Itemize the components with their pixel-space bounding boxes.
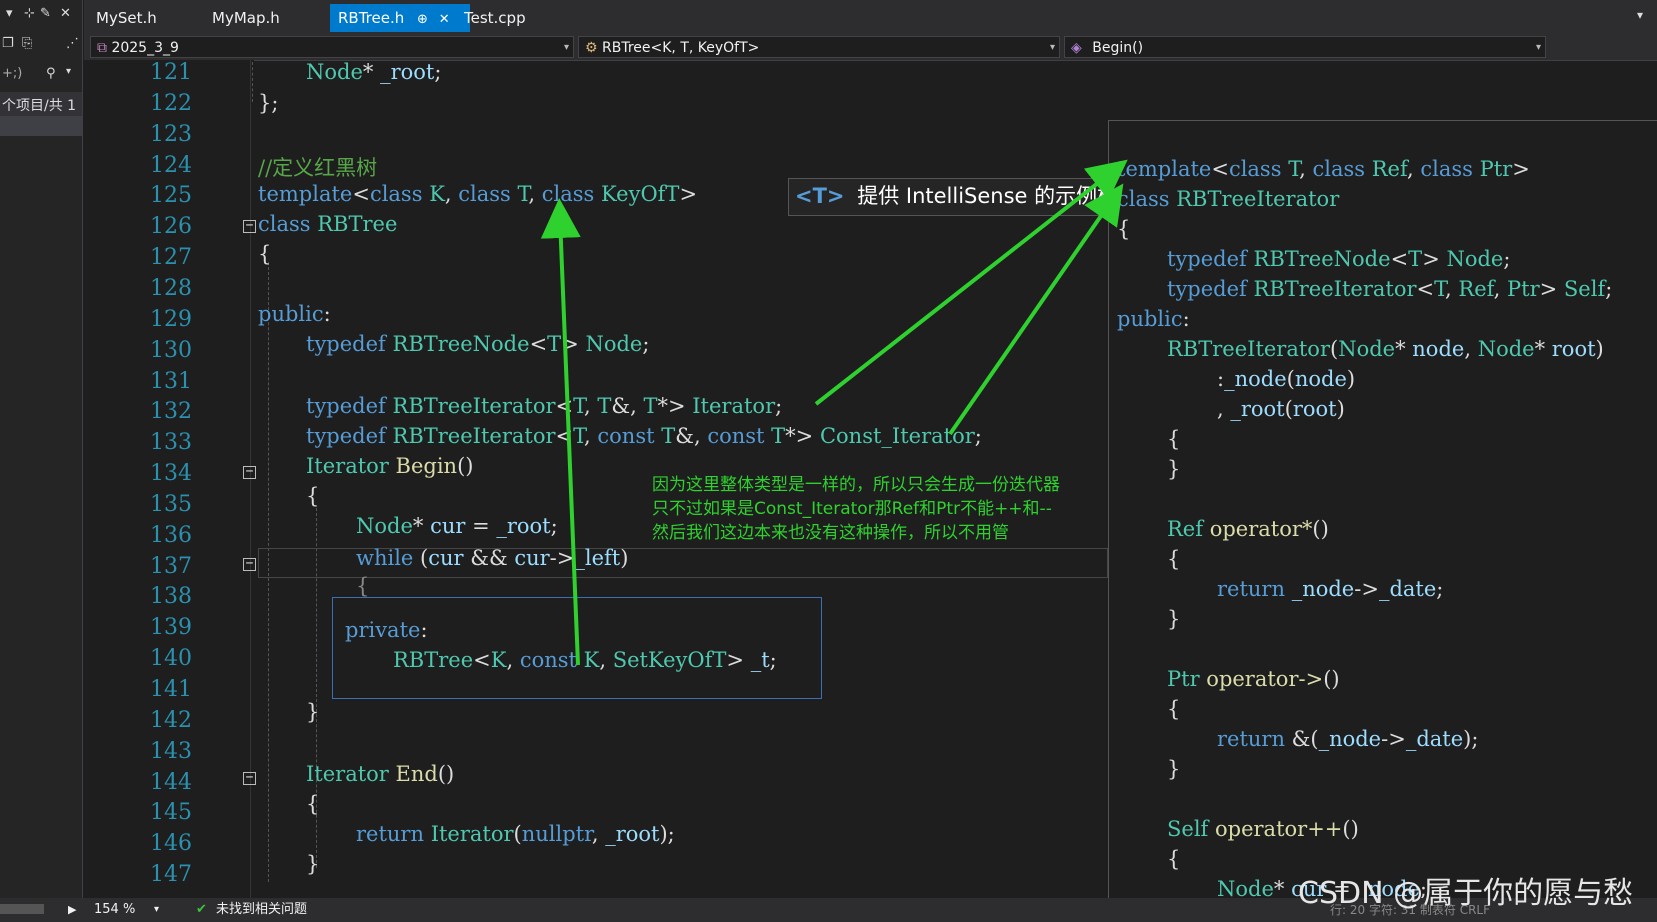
scroll-right-icon[interactable]: ▶: [68, 898, 76, 922]
annotation-arrows: [540, 159, 1128, 666]
arrow-iterator-to-template: [814, 159, 1128, 406]
check-icon: ✔: [196, 902, 207, 917]
horizontal-scrollbar[interactable]: [0, 904, 44, 914]
arrow-to-T: [540, 198, 581, 666]
watermark: CSDN @属于你的愿与愁: [1298, 876, 1634, 911]
zoom-dropdown-icon[interactable]: ▾: [154, 898, 159, 922]
issues-status[interactable]: 未找到相关问题: [216, 898, 307, 922]
zoom-level[interactable]: 154 %: [94, 898, 135, 922]
